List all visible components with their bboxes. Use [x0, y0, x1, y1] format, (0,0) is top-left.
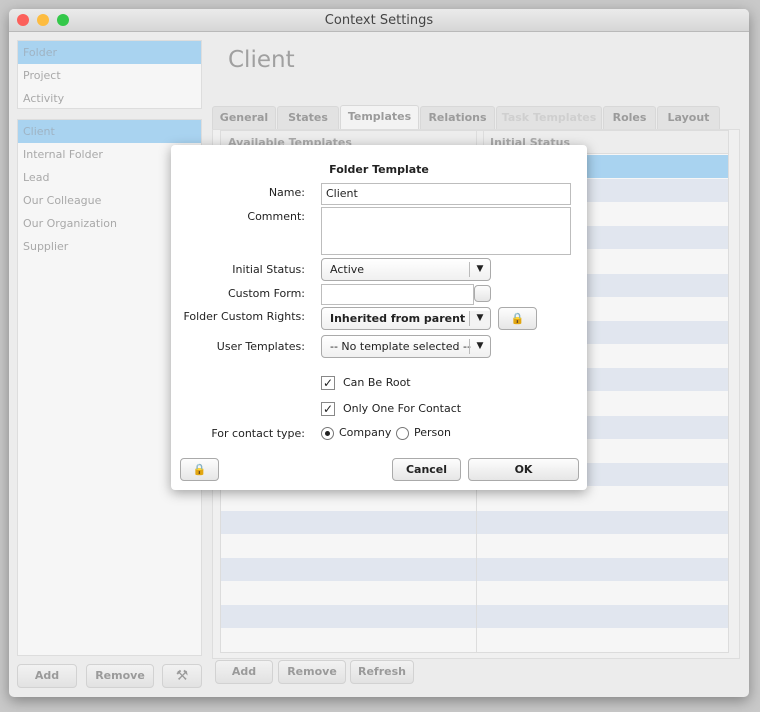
close-button[interactable] — [17, 14, 29, 26]
rights-label: Folder Custom Rights: — [183, 310, 305, 323]
initial-status-value: Active — [330, 263, 365, 276]
category-list: Folder Project Activity — [17, 40, 202, 109]
custom-form-browse-button[interactable] — [474, 285, 491, 302]
tab-relations[interactable]: Relations — [420, 106, 495, 130]
table-row[interactable] — [221, 486, 728, 510]
user-templates-label: User Templates: — [216, 340, 305, 353]
can-be-root-label: Can Be Root — [343, 376, 411, 389]
list-item[interactable]: Client — [18, 120, 201, 143]
tab-roles[interactable]: Roles — [603, 106, 656, 130]
comment-label: Comment: — [247, 210, 305, 223]
ok-button[interactable]: OK — [468, 458, 579, 481]
rights-select[interactable]: Inherited from parent fol ▼ — [321, 307, 491, 330]
category-project[interactable]: Project — [18, 64, 201, 87]
table-row[interactable] — [221, 534, 728, 558]
contact-type-label: For contact type: — [211, 427, 305, 440]
can-be-root-checkbox[interactable]: ✓ — [321, 376, 335, 390]
tab-states[interactable]: States — [277, 106, 339, 130]
name-label: Name: — [268, 186, 305, 199]
cancel-button[interactable]: Cancel — [392, 458, 461, 481]
table-row[interactable] — [221, 557, 728, 581]
lock-icon: 🔒 — [192, 463, 207, 476]
chevron-down-icon: ▼ — [469, 339, 490, 354]
user-templates-select[interactable]: -- No template selected -- ▼ — [321, 335, 491, 358]
sidebar-remove-button[interactable]: Remove — [86, 664, 154, 688]
rights-lock-button[interactable]: 🔒 — [498, 307, 537, 330]
table-row[interactable] — [221, 629, 728, 652]
rights-value: Inherited from parent fol — [330, 312, 486, 325]
wrench-icon[interactable]: ⚒ — [162, 664, 202, 688]
tab-layout[interactable]: Layout — [657, 106, 720, 130]
comment-textarea[interactable] — [321, 207, 571, 255]
initial-status-label: Initial Status: — [232, 263, 305, 276]
chevron-down-icon: ▼ — [469, 262, 490, 277]
refresh-button[interactable]: Refresh — [350, 660, 414, 684]
dialog-title: Folder Template — [329, 163, 429, 176]
radio-icon — [396, 426, 409, 440]
minimize-button[interactable] — [37, 14, 49, 26]
window-title: Context Settings — [324, 13, 434, 28]
table-row[interactable] — [221, 581, 728, 605]
custom-form-input[interactable] — [321, 284, 474, 305]
only-one-checkbox[interactable]: ✓ — [321, 402, 335, 416]
template-add-button[interactable]: Add — [215, 660, 273, 684]
category-folder[interactable]: Folder — [18, 41, 201, 64]
only-one-label: Only One For Contact — [343, 402, 462, 415]
radio-person[interactable]: Person — [396, 426, 451, 440]
radio-company-label: Company — [339, 426, 392, 439]
lock-icon: 🔒 — [510, 312, 525, 325]
table-row[interactable] — [221, 510, 728, 534]
radio-icon — [321, 426, 334, 440]
custom-form-label: Custom Form: — [227, 287, 305, 300]
name-input[interactable]: Client — [321, 183, 571, 205]
table-row[interactable] — [221, 605, 728, 629]
user-templates-value: -- No template selected -- — [330, 340, 471, 353]
category-activity[interactable]: Activity — [18, 87, 201, 110]
dialog-lock-button[interactable]: 🔒 — [180, 458, 219, 481]
sidebar-add-button[interactable]: Add — [17, 664, 77, 688]
radio-company[interactable]: Company — [321, 426, 391, 440]
zoom-button[interactable] — [57, 14, 69, 26]
radio-person-label: Person — [414, 426, 451, 439]
tab-templates[interactable]: Templates — [340, 105, 419, 131]
page-title: Client — [228, 47, 295, 73]
title-bar: Context Settings — [9, 9, 749, 32]
folder-template-dialog: Folder Template Name: Client Comment: In… — [171, 145, 587, 490]
template-remove-button[interactable]: Remove — [278, 660, 346, 684]
tab-task-templates: Task Templates — [496, 106, 602, 130]
tab-general[interactable]: General — [212, 106, 276, 130]
initial-status-select[interactable]: Active ▼ — [321, 258, 491, 281]
chevron-down-icon: ▼ — [469, 311, 490, 326]
